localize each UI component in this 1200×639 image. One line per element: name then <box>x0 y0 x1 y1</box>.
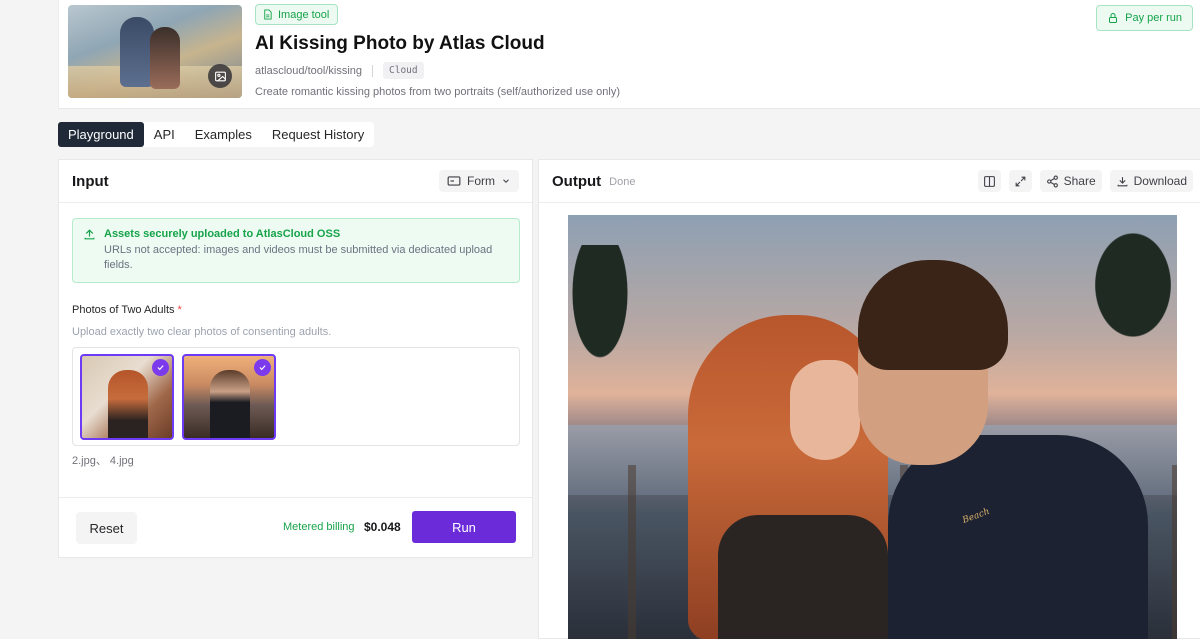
form-icon <box>447 175 461 187</box>
download-icon <box>1116 175 1129 188</box>
upload-icon <box>83 228 96 241</box>
image-swap-icon[interactable] <box>208 64 232 88</box>
image-palm-right <box>1067 225 1177 375</box>
image-woman-body <box>718 515 888 639</box>
cloud-chip: Cloud <box>383 62 424 79</box>
columns-icon <box>983 175 996 188</box>
notice-title: Assets securely uploaded to AtlasCloud O… <box>104 228 341 240</box>
share-label: Share <box>1063 174 1096 188</box>
pay-per-run-label: Pay per run <box>1125 12 1182 24</box>
input-title: Input <box>72 172 109 190</box>
split-view-button[interactable] <box>977 170 1001 192</box>
download-button[interactable]: Download <box>1109 170 1193 192</box>
check-icon <box>152 359 169 376</box>
share-button[interactable]: Share <box>1039 170 1102 192</box>
input-panel: Input Form Assets securely uploaded to A… <box>58 159 533 558</box>
input-panel-header: Input Form <box>59 160 532 203</box>
photos-field-label: Photos of Two Adults * <box>72 304 182 316</box>
output-panel: Output Done Share Download Beach <box>538 159 1200 639</box>
photo-upload-area[interactable] <box>72 347 520 446</box>
photo-person <box>210 370 250 438</box>
tab-examples[interactable]: Examples <box>185 122 262 147</box>
run-button[interactable]: Run <box>412 511 516 543</box>
reset-button[interactable]: Reset <box>76 512 137 544</box>
price-value: $0.048 <box>364 520 401 534</box>
image-tool-label: Image tool <box>278 8 330 21</box>
output-actions: Share Download <box>977 170 1193 192</box>
tab-playground[interactable]: Playground <box>58 122 144 147</box>
check-icon <box>254 359 271 376</box>
uploaded-photo-woman[interactable] <box>80 354 174 440</box>
upload-notice: Assets securely uploaded to AtlasCloud O… <box>72 218 520 283</box>
tool-meta: atlascloud/tool/kissing Cloud <box>255 62 424 79</box>
output-image[interactable]: Beach <box>568 215 1177 639</box>
input-panel-footer: Reset Metered billing $0.048 Run <box>59 497 532 557</box>
photo-person <box>108 370 148 438</box>
tool-header: Image tool AI Kissing Photo by Atlas Clo… <box>58 0 1200 109</box>
chevron-down-icon <box>501 176 511 186</box>
tab-request-history[interactable]: Request History <box>262 122 374 147</box>
share-icon <box>1046 175 1059 188</box>
required-mark: * <box>177 304 182 316</box>
notice-text: URLs not accepted: images and videos mus… <box>104 244 493 271</box>
photos-field-help: Upload exactly two clear photos of conse… <box>72 326 332 338</box>
tool-thumbnail <box>68 5 242 98</box>
image-woman-face <box>790 360 860 460</box>
uploaded-file-names: 2.jpg、 4.jpg <box>72 455 134 467</box>
tool-description: Create romantic kissing photos from two … <box>255 86 620 98</box>
form-view-label: Form <box>467 174 495 188</box>
form-view-dropdown[interactable]: Form <box>439 170 519 192</box>
image-palm-left <box>568 245 648 405</box>
thumbnail-figure-woman <box>150 27 180 89</box>
download-label: Download <box>1133 174 1187 188</box>
output-status: Done <box>609 176 636 188</box>
billing-label: Metered billing <box>283 521 355 533</box>
image-man-hair <box>858 260 1008 370</box>
meta-divider <box>372 64 374 77</box>
tab-bar: Playground API Examples Request History <box>58 122 375 147</box>
tool-path: atlascloud/tool/kissing <box>255 64 363 77</box>
tab-api[interactable]: API <box>144 122 185 147</box>
photos-field-label-text: Photos of Two Adults <box>72 304 175 316</box>
uploaded-photo-man[interactable] <box>182 354 276 440</box>
thumbnail-figure-man <box>120 17 154 87</box>
page-title: AI Kissing Photo by Atlas Cloud <box>255 33 545 54</box>
pay-per-run-badge: Pay per run <box>1096 5 1193 31</box>
document-icon <box>262 9 273 20</box>
image-man-body <box>888 435 1148 639</box>
output-title: Output <box>552 172 602 190</box>
lock-icon <box>1107 12 1119 24</box>
expand-icon <box>1014 175 1027 188</box>
image-tool-tag: Image tool <box>255 4 339 25</box>
fullscreen-button[interactable] <box>1008 170 1032 192</box>
